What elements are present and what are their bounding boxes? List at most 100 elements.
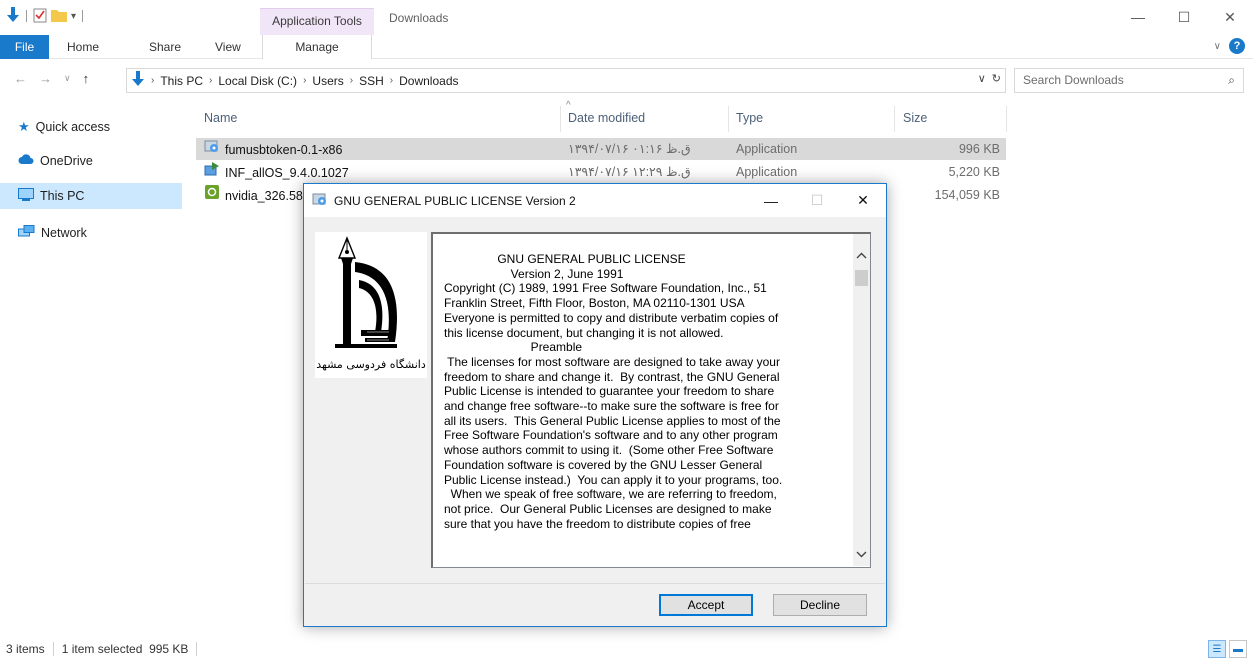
- downloads-folder-icon: [131, 71, 145, 90]
- refresh-icon[interactable]: ↻: [992, 72, 1001, 85]
- tab-share[interactable]: Share: [149, 35, 181, 59]
- dialog-minimize-button[interactable]: —: [748, 184, 794, 217]
- tab-view[interactable]: View: [215, 35, 241, 59]
- search-input[interactable]: Search Downloads ⌕: [1014, 68, 1244, 93]
- nav-onedrive[interactable]: OneDrive: [0, 148, 182, 174]
- license-scrollbar[interactable]: [853, 234, 870, 566]
- properties-icon[interactable]: [33, 7, 47, 26]
- breadcrumb-users[interactable]: Users: [312, 74, 343, 88]
- help-icon[interactable]: ?: [1229, 38, 1245, 54]
- large-icons-view-icon[interactable]: ▬: [1229, 640, 1247, 658]
- address-bar[interactable]: › This PC › Local Disk (C:) › Users › SSH › D…: [126, 68, 1006, 93]
- license-line: Version 2, June 1991: [444, 266, 624, 281]
- license-text: GNU GENERAL PUBLIC LICENSE Version 2, Ju…: [444, 252, 844, 531]
- decline-button[interactable]: Decline: [773, 594, 867, 616]
- status-bar: 3 items 1 item selected 995 KB ☰ ▬: [0, 636, 1253, 664]
- scroll-up-icon[interactable]: [853, 247, 870, 264]
- license-dialog: GNU GENERAL PUBLIC LICENSE Version 2 — ☐…: [303, 183, 887, 627]
- license-line: this license document, but changing it i…: [444, 325, 724, 340]
- nav-this-pc[interactable]: This PC: [0, 183, 182, 209]
- license-text-box[interactable]: GNU GENERAL PUBLIC LICENSE Version 2, Ju…: [431, 232, 871, 568]
- license-line: all its users. This General Public Licen…: [444, 413, 781, 428]
- minimize-button[interactable]: —: [1115, 0, 1161, 34]
- details-view-icon[interactable]: ☰: [1208, 640, 1226, 658]
- cloud-icon: [18, 154, 34, 168]
- column-header-type[interactable]: Type: [736, 106, 886, 130]
- nav-label: OneDrive: [40, 154, 93, 168]
- license-line: freedom to share and change it. By contr…: [444, 369, 780, 384]
- download-arrow-icon[interactable]: [6, 6, 20, 26]
- license-line: The licenses for most software are desig…: [444, 354, 780, 369]
- logo-text: دانشگاه فردوسی مشهد: [316, 358, 426, 371]
- dialog-close-button[interactable]: ✕: [840, 184, 886, 217]
- customize-toolbar-icon[interactable]: ▾: [71, 11, 76, 22]
- nav-label: Quick access: [35, 120, 110, 134]
- license-line: Franklin Street, Fifth Floor, Boston, MA…: [444, 296, 745, 311]
- file-row-inf-allos[interactable]: INF_allOS_9.4.0.1027 ۱۳۹۴/۰۷/۱۶ ق.ظ ۱۲:۲…: [196, 161, 1006, 183]
- ribbon-tabs: File Home Share View Manage ∨ ?: [0, 35, 1253, 59]
- close-button[interactable]: ✕: [1207, 0, 1253, 34]
- license-line: whose authors commit to using it. (Some …: [444, 443, 774, 458]
- new-folder-icon[interactable]: [51, 8, 67, 25]
- dialog-title: GNU GENERAL PUBLIC LICENSE Version 2: [334, 193, 576, 208]
- nav-buttons: ← → ∨ ↑: [14, 71, 89, 86]
- nav-label: Network: [41, 226, 87, 240]
- window-title: Downloads: [389, 11, 449, 25]
- file-type: Application: [736, 165, 798, 179]
- file-name: fumusbtoken-0.1-x86: [225, 142, 343, 157]
- item-count: 3 items: [6, 642, 45, 656]
- search-placeholder: Search Downloads: [1023, 73, 1124, 87]
- license-line: When we speak of free software, we are r…: [444, 487, 777, 502]
- nav-quick-access[interactable]: ★ Quick access: [0, 114, 182, 140]
- tab-manage[interactable]: Manage: [262, 35, 372, 59]
- address-dropdown-icon[interactable]: ∨: [978, 72, 986, 85]
- file-size: 996 KB: [958, 142, 1000, 156]
- star-icon: ★: [18, 119, 30, 134]
- university-logo: دانشگاه فردوسی مشهد: [315, 232, 427, 378]
- breadcrumb-ssh[interactable]: SSH: [359, 74, 384, 88]
- file-date: ۱۳۹۴/۰۷/۱۶ ق.ظ ۰۱:۱۶: [568, 142, 691, 156]
- scrollbar-thumb[interactable]: [855, 270, 868, 286]
- window-controls: — ☐ ✕: [1115, 0, 1253, 34]
- file-name: nvidia_326.58: [225, 188, 303, 203]
- recent-locations-icon[interactable]: ∨: [64, 73, 71, 84]
- breadcrumb-local-disk[interactable]: Local Disk (C:): [218, 74, 297, 88]
- breadcrumb-downloads[interactable]: Downloads: [399, 74, 458, 88]
- column-header-name[interactable]: Name: [204, 106, 564, 130]
- expand-ribbon-icon[interactable]: ∨: [1214, 41, 1221, 52]
- installer-icon: [204, 138, 220, 161]
- dialog-maximize-button: ☐: [810, 192, 824, 208]
- license-line: GNU GENERAL PUBLIC LICENSE: [444, 252, 686, 266]
- license-line: Copyright (C) 1989, 1991 Free Software F…: [444, 281, 767, 296]
- dialog-divider: [305, 583, 885, 584]
- license-line: Foundation software is covered by the GN…: [444, 457, 763, 472]
- back-arrow-icon[interactable]: ←: [14, 71, 27, 86]
- search-icon[interactable]: ⌕: [1228, 69, 1235, 92]
- navigation-pane: ★ Quick access OneDrive This PC Network: [0, 106, 182, 626]
- license-line: not price. Our General Public Licenses a…: [444, 501, 772, 516]
- network-icon: [18, 225, 35, 241]
- address-controls: ∨ ↻: [978, 72, 1001, 85]
- nav-network[interactable]: Network: [0, 220, 182, 246]
- up-arrow-icon[interactable]: ↑: [83, 71, 90, 86]
- tab-file[interactable]: File: [0, 35, 49, 59]
- accept-button[interactable]: Accept: [659, 594, 753, 616]
- column-header-size[interactable]: Size: [903, 106, 1003, 130]
- quick-access-toolbar: ▾: [6, 6, 85, 26]
- file-size: 5,220 KB: [948, 165, 1000, 179]
- column-header-date[interactable]: Date modified: [568, 106, 728, 130]
- navigation-row: ← → ∨ ↑ › This PC › Local Disk (C:) › Users…: [0, 66, 1253, 96]
- license-line: Everyone is permitted to copy and distri…: [444, 310, 779, 325]
- maximize-button[interactable]: ☐: [1161, 0, 1207, 34]
- file-row-fumusbtoken[interactable]: fumusbtoken-0.1-x86 ۱۳۹۴/۰۷/۱۶ ق.ظ ۰۱:۱۶…: [196, 138, 1006, 160]
- file-size: 154,059 KB: [934, 188, 1000, 202]
- file-type: Application: [736, 142, 798, 156]
- breadcrumb-this-pc[interactable]: This PC: [160, 74, 203, 88]
- scroll-down-icon[interactable]: [853, 546, 870, 563]
- setup-icon: [204, 161, 220, 184]
- installer-icon: [312, 191, 328, 210]
- computer-icon: [18, 188, 34, 204]
- tab-home[interactable]: Home: [67, 35, 99, 59]
- forward-arrow-icon[interactable]: →: [39, 71, 52, 86]
- application-tools-tab: Application Tools: [260, 8, 374, 35]
